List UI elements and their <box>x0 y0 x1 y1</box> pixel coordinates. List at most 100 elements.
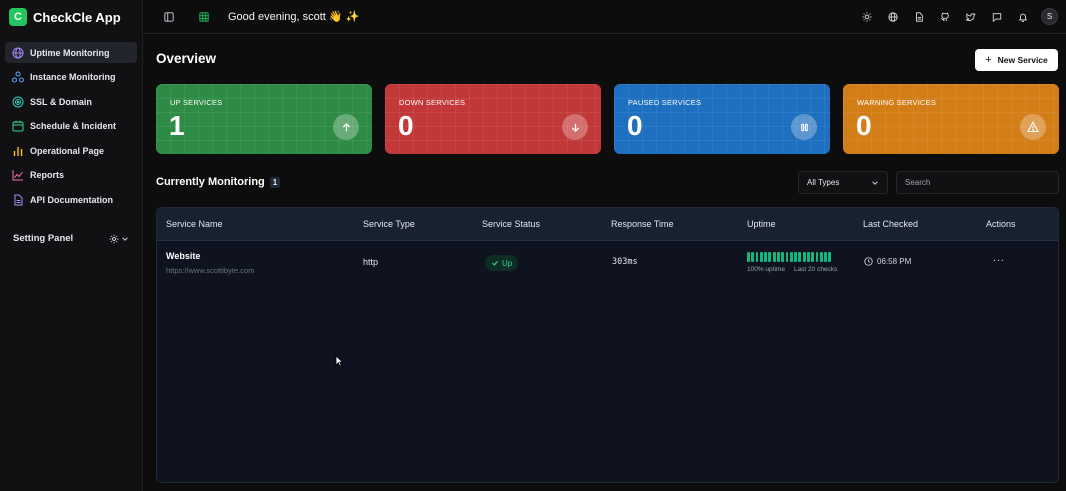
service-type: http <box>363 257 379 267</box>
row-actions-button[interactable]: ··· <box>993 255 1005 266</box>
twitter-icon[interactable] <box>964 10 978 24</box>
paused-services-card[interactable]: PAUSED SERVICES 0 <box>614 84 830 154</box>
card-value: 0 <box>856 110 872 141</box>
page-title: Overview <box>156 51 217 66</box>
sidebar-item-label: Reports <box>30 170 65 180</box>
sun-icon[interactable] <box>860 10 874 24</box>
uptime-check-bar[interactable] <box>755 252 759 262</box>
document-icon <box>12 194 24 206</box>
sidebar-item-ssl-domain[interactable]: SSL & Domain <box>5 91 137 112</box>
pause-icon <box>791 114 817 140</box>
new-service-label: New Service <box>997 55 1048 65</box>
sidebar: C CheckCle App Uptime Monitoring Instanc… <box>0 0 143 491</box>
uptime-check-bar[interactable] <box>768 252 772 262</box>
uptime-check-bar[interactable] <box>811 252 815 262</box>
card-label: DOWN SERVICES <box>399 98 466 107</box>
warning-icon <box>1020 114 1046 140</box>
greeting-text: Good evening, scott 👋 ✨ <box>228 11 360 23</box>
main-content: Overview + New Service UP SERVICES 1 DOW… <box>143 34 1066 491</box>
column-header[interactable]: Service Type <box>363 219 415 229</box>
top-right-actions: S <box>848 8 1058 25</box>
up-services-card[interactable]: UP SERVICES 1 <box>156 84 372 154</box>
sidebar-nav: Uptime Monitoring Instance Monitoring SS… <box>0 42 142 210</box>
card-label: PAUSED SERVICES <box>628 98 702 107</box>
column-header[interactable]: Uptime <box>747 219 776 229</box>
sidebar-item-label: Instance Monitoring <box>30 72 116 82</box>
sidebar-item-label: Uptime Monitoring <box>30 47 110 58</box>
uptime-check-bar[interactable] <box>776 252 780 262</box>
chevron-down-icon <box>872 180 878 185</box>
uptime-check-bar[interactable] <box>785 252 789 262</box>
brand-logo: C <box>9 8 27 26</box>
search-input[interactable] <box>896 171 1059 194</box>
column-header[interactable]: Response Time <box>611 219 674 229</box>
network-icon <box>12 71 24 83</box>
bell-icon[interactable] <box>1016 10 1030 24</box>
sidebar-item-label: SSL & Domain <box>30 96 92 107</box>
status-text: Up <box>502 258 513 268</box>
uptime-check-bar[interactable] <box>828 252 832 262</box>
uptime-check-bar[interactable] <box>806 252 810 262</box>
check-icon <box>492 260 498 266</box>
chat-icon[interactable] <box>990 10 1004 24</box>
setting-panel-label: Setting Panel <box>13 233 74 244</box>
document-icon[interactable] <box>912 10 926 24</box>
globe-icon <box>12 47 24 59</box>
response-time: 303ms <box>612 257 638 267</box>
table-row[interactable]: Website https://www.scottibyte.com http … <box>157 241 1058 285</box>
card-label: UP SERVICES <box>170 98 223 107</box>
clock-icon <box>864 257 873 266</box>
brand[interactable]: C CheckCle App <box>0 0 142 34</box>
uptime-check-bar[interactable] <box>824 252 827 262</box>
service-name[interactable]: Website <box>166 251 200 261</box>
new-service-button[interactable]: + New Service <box>975 49 1058 71</box>
sidebar-item-schedule-incident[interactable]: Schedule & Incident <box>5 116 137 137</box>
uptime-checks: Last 20 checks <box>793 266 838 273</box>
type-filter-value: All Types <box>807 178 840 187</box>
ssl-icon <box>12 96 24 108</box>
globe-icon[interactable] <box>886 10 900 24</box>
down-services-card[interactable]: DOWN SERVICES 0 <box>385 84 601 154</box>
uptime-percent: 100% uptime <box>747 266 785 273</box>
avatar[interactable]: S <box>1041 8 1058 25</box>
mouse-cursor-icon <box>335 355 344 367</box>
uptime-check-bar[interactable] <box>819 252 823 262</box>
count-badge: 1 <box>269 176 281 188</box>
uptime-check-bar[interactable] <box>802 252 806 262</box>
services-table: Service Name Service Type Service Status… <box>156 207 1059 483</box>
github-icon[interactable] <box>938 10 952 24</box>
last-checked-time: 06:58 PM <box>877 257 912 266</box>
card-value: 0 <box>398 110 414 141</box>
uptime-check-bar[interactable] <box>781 252 785 262</box>
uptime-check-bar[interactable] <box>772 252 776 262</box>
line-chart-icon <box>12 169 24 181</box>
currently-monitoring-title: Currently Monitoring <box>156 176 265 188</box>
uptime-check-bar[interactable] <box>815 252 819 262</box>
type-filter-select[interactable]: All Types <box>798 171 888 194</box>
card-label: WARNING SERVICES <box>857 98 937 107</box>
uptime-check-bar[interactable] <box>794 252 797 262</box>
uptime-check-bar[interactable] <box>789 252 793 262</box>
column-header[interactable]: Service Status <box>482 219 540 229</box>
uptime-check-bar[interactable] <box>759 252 763 262</box>
sidebar-item-label: Schedule & Incident <box>30 121 117 131</box>
sidebar-item-api-documentation[interactable]: API Documentation <box>5 189 137 210</box>
sidebar-toggle-icon[interactable] <box>162 10 176 24</box>
setting-panel[interactable]: Setting Panel <box>13 233 129 244</box>
uptime-check-bar[interactable] <box>798 252 802 262</box>
warning-services-card[interactable]: WARNING SERVICES 0 <box>843 84 1059 154</box>
uptime-check-bar[interactable] <box>764 252 768 262</box>
brand-name: CheckCle App <box>33 9 121 25</box>
column-header[interactable]: Last Checked <box>863 219 918 229</box>
sidebar-item-instance-monitoring[interactable]: Instance Monitoring <box>5 67 137 88</box>
sidebar-item-reports[interactable]: Reports <box>5 165 137 186</box>
bar-chart-icon <box>12 145 24 157</box>
column-header[interactable]: Service Name <box>166 219 223 229</box>
uptime-check-bar[interactable] <box>751 252 755 262</box>
arrow-down-icon <box>562 114 588 140</box>
plus-icon: + <box>985 54 992 66</box>
sidebar-item-uptime-monitoring[interactable]: Uptime Monitoring <box>5 42 137 63</box>
card-value: 0 <box>627 110 643 141</box>
sidebar-item-operational-page[interactable]: Operational Page <box>5 140 137 161</box>
uptime-check-bar[interactable] <box>747 252 750 262</box>
